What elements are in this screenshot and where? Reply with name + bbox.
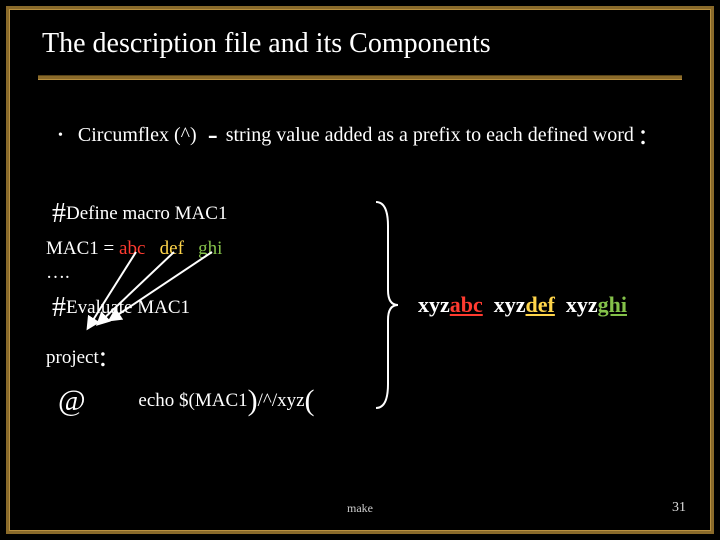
result-expansion: xyzabc xyzdef xyzghi [418, 292, 627, 318]
res-xyz-2: xyz [494, 292, 526, 317]
project-text: project [46, 347, 99, 368]
bullet-dot-icon: • [58, 128, 63, 144]
at-icon: @ [58, 384, 86, 417]
res-abc: abc [450, 292, 483, 317]
res-xyz-1: xyz [418, 292, 450, 317]
arrows-diagram [44, 240, 264, 350]
paren-close-icon: ) [248, 384, 258, 417]
code-define: #Define macro MAC1 [52, 198, 227, 230]
paren-open-icon: ( [305, 384, 315, 417]
define-text: Define macro MAC1 [66, 203, 227, 224]
res-def: def [526, 292, 555, 317]
bullet-circumflex: • Circumflex (^) - string value added as… [58, 118, 647, 152]
curly-brace-icon [370, 196, 400, 414]
footer-label: make [0, 501, 720, 516]
res-xyz-3: xyz [566, 292, 598, 317]
echo-mid: /^/xyz [258, 390, 305, 411]
slide-title: The description file and its Components [42, 28, 491, 60]
hash-icon: # [52, 198, 66, 229]
code-echo: @ echo $(MAC1)/^/xyz( [58, 384, 315, 418]
res-ghi: ghi [598, 292, 627, 317]
page-number: 31 [672, 500, 686, 516]
title-divider [38, 76, 682, 79]
bullet-label: Circumflex (^) [78, 124, 197, 146]
bullet-colon: : [639, 118, 647, 151]
bullet-desc: string value added as a prefix to each d… [226, 124, 634, 146]
bullet-dash: - [208, 118, 218, 151]
echo-pre: echo $(MAC1 [138, 390, 247, 411]
